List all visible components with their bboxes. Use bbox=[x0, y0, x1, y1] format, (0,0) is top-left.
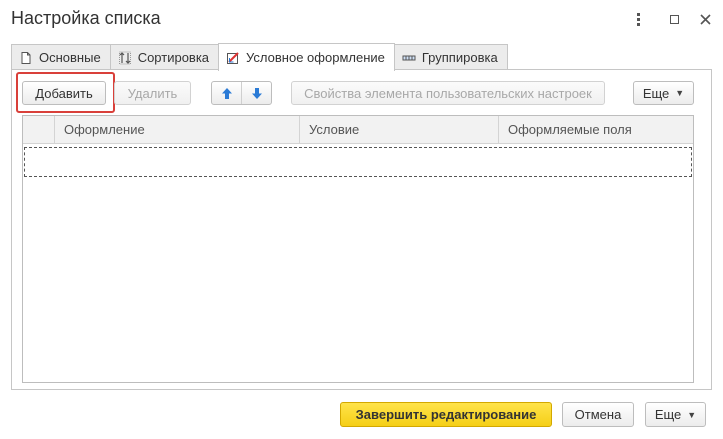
conditional-formatting-table[interactable]: Оформление Условие Оформляемые поля bbox=[22, 115, 694, 383]
finish-editing-button[interactable]: Завершить редактирование bbox=[340, 402, 552, 427]
window-title: Настройка списка bbox=[11, 8, 161, 28]
more-actions-icon[interactable] bbox=[628, 8, 648, 30]
tab-label: Сортировка bbox=[137, 50, 210, 65]
tab-bar: Основные Сортировка Условное оформление … bbox=[11, 43, 508, 71]
conditional-format-icon bbox=[226, 51, 240, 65]
more-button[interactable]: Еще ▼ bbox=[633, 81, 694, 105]
tab-label: Условное оформление bbox=[246, 50, 385, 65]
tab-label: Группировка bbox=[421, 50, 498, 65]
row-marker-header bbox=[23, 116, 55, 144]
element-properties-button[interactable]: Свойства элемента пользовательских настр… bbox=[291, 81, 605, 105]
add-button[interactable]: Добавить bbox=[22, 81, 106, 105]
tab-grouping[interactable]: Группировка bbox=[393, 44, 508, 70]
footer-more-button[interactable]: Еще ▼ bbox=[645, 402, 706, 427]
list-settings-window: Настройка списка Основные Сортировка Усл… bbox=[0, 0, 723, 439]
tab-label: Основные bbox=[39, 50, 101, 65]
column-header-condition[interactable]: Условие bbox=[300, 116, 499, 144]
move-down-button[interactable] bbox=[241, 82, 271, 104]
arrow-down-icon bbox=[251, 87, 262, 99]
table-header: Оформление Условие Оформляемые поля bbox=[23, 116, 693, 144]
caret-down-icon: ▼ bbox=[687, 409, 697, 420]
close-icon[interactable] bbox=[695, 8, 715, 30]
document-icon bbox=[19, 51, 33, 65]
grouping-icon bbox=[402, 51, 416, 65]
cancel-button[interactable]: Отмена bbox=[562, 402, 634, 427]
footer-more-label: Еще bbox=[654, 407, 682, 422]
more-label: Еще bbox=[642, 85, 670, 101]
move-up-button[interactable] bbox=[212, 82, 241, 104]
delete-button[interactable]: Удалить bbox=[114, 81, 191, 105]
move-buttons bbox=[211, 81, 272, 105]
maximize-icon[interactable] bbox=[664, 8, 684, 30]
arrow-up-icon bbox=[221, 87, 232, 99]
table-row[interactable] bbox=[24, 147, 692, 177]
tab-basic[interactable]: Основные bbox=[11, 44, 111, 70]
tab-sorting[interactable]: Сортировка bbox=[109, 44, 220, 70]
sort-icon bbox=[118, 51, 132, 65]
column-header-formatted-fields[interactable]: Оформляемые поля bbox=[499, 116, 693, 144]
column-header-appearance[interactable]: Оформление bbox=[55, 116, 300, 144]
tab-conditional-formatting[interactable]: Условное оформление bbox=[218, 43, 395, 71]
caret-down-icon: ▼ bbox=[675, 88, 685, 98]
